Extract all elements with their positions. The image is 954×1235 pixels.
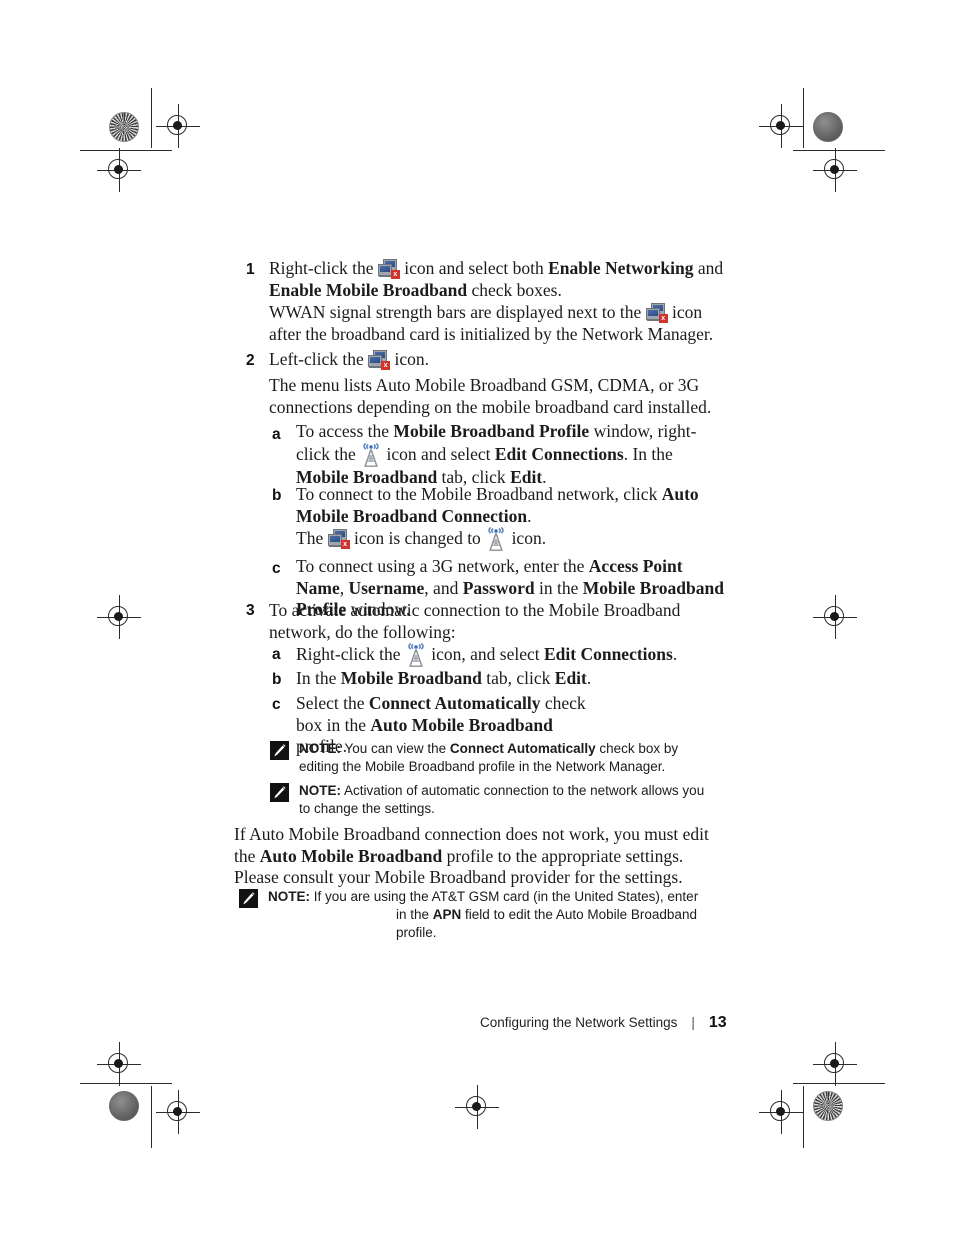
note-label-2: NOTE: bbox=[299, 783, 341, 798]
emphasis-text: Auto Mobile Broadband bbox=[259, 845, 443, 866]
substep-text-3a: Right-click the icon, and select Edit Co… bbox=[296, 643, 726, 667]
registration-mark-bottom-center bbox=[455, 1085, 499, 1129]
step-marker-1: 1 bbox=[246, 261, 255, 278]
footer-title: Configuring the Network Settings bbox=[480, 1015, 678, 1030]
page-number: 13 bbox=[708, 1014, 727, 1031]
registration-mark-bottom-right-inner bbox=[759, 1090, 803, 1134]
registration-mark-top-left-inner bbox=[156, 104, 200, 148]
substep-text-2b-detail: The x icon is changed to icon. bbox=[296, 527, 716, 551]
emphasis-text: Mobile Broadband bbox=[340, 668, 482, 688]
footer-separator: | bbox=[691, 1015, 695, 1030]
trim-line-tr-vertical bbox=[803, 88, 804, 148]
trim-line-br-vertical bbox=[803, 1086, 804, 1148]
note-body-3-line2: in the APN field to edit the Auto Mobile… bbox=[396, 907, 697, 940]
closing-paragraph: If Auto Mobile Broadband connection does… bbox=[234, 824, 709, 887]
note-body-3-line1: If you are using the AT&T GSM card (in t… bbox=[310, 889, 699, 904]
broadcast-tower-icon bbox=[405, 643, 427, 667]
star-target-bottom-right bbox=[813, 1091, 843, 1121]
note-3: NOTE: If you are using the AT&T GSM card… bbox=[268, 888, 728, 942]
note-body-1: You can view the Connect Automatically c… bbox=[299, 741, 679, 774]
registration-mark-bottom-right-outer bbox=[813, 1042, 857, 1086]
network-monitors-icon: x bbox=[377, 259, 400, 279]
broadcast-tower-icon bbox=[360, 442, 382, 467]
note-2: NOTE: Activation of automatic connection… bbox=[299, 782, 715, 818]
broadcast-tower-icon bbox=[485, 527, 507, 551]
substep-text-2a: To access the Mobile Broadband Profile w… bbox=[296, 421, 697, 487]
substep-marker-2b: b bbox=[272, 487, 282, 504]
step-text-1: Right-click the x icon and select both E… bbox=[269, 258, 724, 300]
step-marker-3: 3 bbox=[246, 602, 255, 619]
emphasis-text: Edit bbox=[554, 668, 587, 688]
network-monitors-icon: x bbox=[327, 529, 350, 549]
substep-marker-3b: b bbox=[272, 671, 282, 688]
registration-mark-top-right-inner bbox=[759, 104, 803, 148]
step-text-3: To activate automatic connection to the … bbox=[269, 600, 681, 642]
substep-marker-3a: a bbox=[272, 646, 281, 663]
trim-line-br-horizontal bbox=[793, 1083, 885, 1084]
step-text-1-detail: WWAN signal strength bars are displayed … bbox=[269, 302, 714, 344]
substep-text-3b: In the Mobile Broadband tab, click Edit. bbox=[296, 668, 592, 688]
substep-marker-2c: c bbox=[272, 560, 281, 577]
trim-line-bl-horizontal bbox=[80, 1083, 172, 1084]
substep-marker-2a: a bbox=[272, 426, 281, 443]
solid-target-bottom-left bbox=[109, 1091, 139, 1121]
emphasis-text: Edit Connections bbox=[494, 443, 624, 464]
registration-mark-mid-left bbox=[97, 595, 141, 639]
step-marker-2: 2 bbox=[246, 352, 255, 369]
solid-target-top-right bbox=[813, 112, 843, 142]
network-monitors-icon: x bbox=[645, 303, 668, 323]
registration-mark-bottom-left-outer bbox=[97, 1042, 141, 1086]
note-pencil-icon-1 bbox=[270, 741, 289, 760]
note-label-3: NOTE: bbox=[268, 889, 310, 904]
trim-line-bl-vertical bbox=[151, 1086, 152, 1148]
emphasis-text: Enable Networking bbox=[548, 258, 694, 278]
trim-line-tl-vertical bbox=[151, 88, 152, 148]
substep-text-2b: To connect to the Mobile Broadband netwo… bbox=[296, 484, 699, 526]
step-text-2-detail: The menu lists Auto Mobile Broadband GSM… bbox=[269, 375, 712, 417]
star-target-top-left bbox=[109, 112, 139, 142]
note-body-2: Activation of automatic connection to th… bbox=[299, 783, 705, 816]
document-page: 1 Right-click the x icon and select both… bbox=[0, 0, 954, 1235]
emphasis-text: Edit Connections bbox=[543, 644, 673, 664]
emphasis-text: Auto Mobile Broadband Connection bbox=[296, 484, 699, 526]
registration-mark-bottom-left-inner bbox=[156, 1090, 200, 1134]
step-text-2: Left-click the x icon. bbox=[269, 349, 430, 370]
registration-mark-top-right-outer bbox=[813, 148, 857, 192]
substep-marker-3c: c bbox=[272, 696, 281, 713]
registration-mark-mid-right bbox=[813, 595, 857, 639]
emphasis-text: Auto Mobile Broadband bbox=[370, 714, 553, 735]
page-footer: Configuring the Network Settings | 13 bbox=[480, 1014, 727, 1032]
emphasis-text: APN bbox=[432, 907, 462, 922]
note-label-1: NOTE: bbox=[299, 741, 341, 756]
emphasis-text: Password bbox=[462, 577, 535, 598]
emphasis-text: Username bbox=[348, 577, 425, 598]
emphasis-text: Enable Mobile Broadband bbox=[269, 279, 468, 300]
emphasis-text: Mobile Broadband Profile bbox=[393, 421, 590, 441]
emphasis-text: Connect Automatically bbox=[449, 741, 596, 756]
note-pencil-icon-3 bbox=[239, 889, 258, 908]
emphasis-text: Connect Automatically bbox=[368, 693, 541, 713]
note-1: NOTE: You can view the Connect Automatic… bbox=[299, 740, 719, 776]
note-pencil-icon-2 bbox=[270, 783, 289, 802]
registration-mark-top-left-outer bbox=[97, 148, 141, 192]
network-monitors-icon: x bbox=[368, 350, 391, 370]
